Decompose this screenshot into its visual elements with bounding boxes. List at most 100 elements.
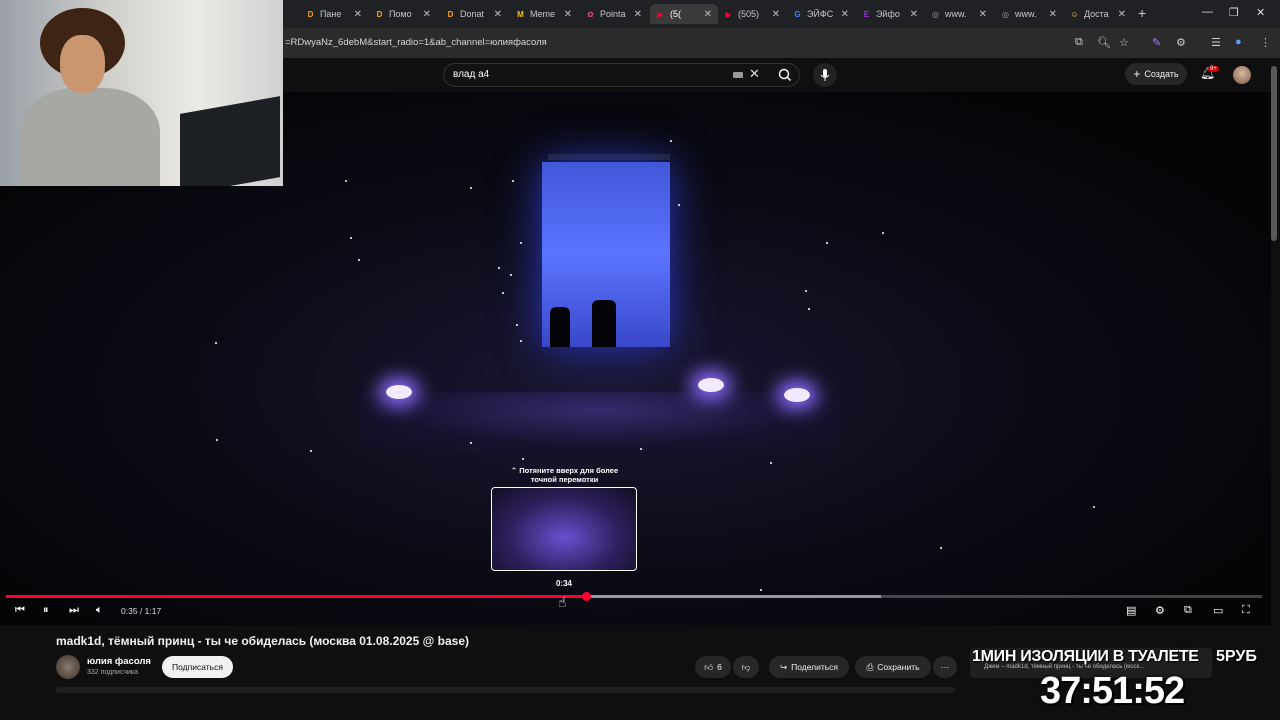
browser-tab[interactable]: ▶ (505) ✕ — [718, 4, 786, 24]
url-field[interactable]: =RDwyaNz_6debM&start_radio=1&ab_channel=… — [285, 37, 547, 48]
firework-spark — [808, 308, 810, 310]
progress-played — [6, 595, 586, 598]
tab-favicon-icon: D — [447, 9, 454, 19]
firework-spark — [670, 140, 672, 142]
browser-tab[interactable]: G ЭЙФС ✕ — [787, 4, 855, 24]
tab-favicon-icon: G — [794, 9, 801, 19]
search-button[interactable] — [770, 63, 800, 87]
tab-close-icon[interactable]: ✕ — [910, 9, 918, 20]
page-scrollbar[interactable] — [1271, 66, 1277, 241]
tab-close-icon[interactable]: ✕ — [634, 9, 642, 20]
seek-hint-tooltip: ⌃ Потяните вверх для более точной перемо… — [510, 466, 619, 484]
firework-spark — [358, 259, 360, 261]
share-button[interactable]: ↪ Поделиться — [769, 656, 849, 678]
firework-spark — [940, 547, 942, 549]
tab-label: www. — [1014, 9, 1037, 19]
profile-icon[interactable]: ● — [1235, 36, 1242, 48]
tab-close-icon[interactable]: ✕ — [979, 9, 987, 20]
description-box[interactable] — [56, 687, 956, 693]
tab-close-icon[interactable]: ✕ — [841, 9, 849, 20]
tab-close-icon[interactable]: ✕ — [1118, 9, 1126, 20]
previous-icon[interactable]: ⏮ — [15, 604, 25, 617]
firework-spark — [805, 290, 807, 292]
maximize-icon[interactable]: ❐ — [1229, 6, 1239, 19]
tab-favicon-icon: ▶ — [725, 9, 732, 19]
minimize-icon[interactable]: — — [1202, 6, 1213, 18]
clear-search-icon[interactable]: ✕ — [749, 66, 760, 82]
tab-label: Donat — [459, 9, 484, 19]
dislike-button[interactable]: 👎︎ — [733, 656, 759, 678]
install-app-icon[interactable]: ⧉ — [1075, 36, 1083, 49]
stage-spotlight — [386, 385, 412, 399]
thumbs-down-icon: 👎︎ — [741, 661, 751, 672]
tab-favicon-icon: ☺ — [1070, 9, 1079, 19]
tab-close-icon[interactable]: ✕ — [1049, 9, 1057, 20]
browser-menu-icon[interactable]: ⋮ — [1260, 36, 1271, 49]
firework-spark — [520, 242, 522, 244]
browser-tab[interactable]: M Meme ✕ — [510, 4, 578, 24]
tab-label: (5( — [669, 9, 681, 19]
miniplayer-icon[interactable]: ⧉ — [1184, 604, 1192, 617]
next-icon[interactable]: ⏭ — [69, 604, 79, 617]
create-button[interactable]: + Создать — [1125, 63, 1187, 85]
stage-spotlight — [784, 388, 810, 402]
channel-name[interactable]: юлия фасоля — [87, 656, 151, 667]
close-window-icon[interactable]: ✕ — [1256, 6, 1265, 19]
save-button[interactable]: ⎙ Сохранить — [855, 656, 931, 678]
tab-close-icon[interactable]: ✕ — [423, 9, 431, 20]
channel-avatar[interactable] — [56, 655, 80, 679]
video-title: madk1d, тёмный принц - ты че обиделась (… — [56, 634, 469, 648]
tab-label: Эйфо — [875, 9, 900, 19]
mouse-cursor-icon: ☝ — [558, 594, 567, 610]
firework-spark — [826, 242, 828, 244]
browser-tab[interactable]: D Помо ✕ — [369, 4, 437, 24]
browser-tab[interactable]: ◎ www. ✕ — [925, 4, 993, 24]
browser-tab[interactable]: D Пане ✕ — [300, 4, 368, 24]
firework-spark — [470, 442, 472, 444]
browser-tab[interactable]: ◎ www. ✕ — [995, 4, 1063, 24]
firework-spark — [498, 267, 500, 269]
new-tab-button[interactable]: + — [1138, 5, 1146, 21]
theater-mode-icon[interactable]: ▭ — [1213, 604, 1223, 617]
tab-label: Meme — [529, 9, 555, 19]
tab-close-icon[interactable]: ✕ — [494, 9, 502, 20]
voice-search-button[interactable] — [813, 63, 837, 87]
keyboard-icon[interactable] — [733, 72, 743, 78]
pen-icon[interactable]: ✎ — [1152, 36, 1161, 49]
like-button[interactable]: 👍︎ 6 — [695, 656, 731, 678]
tab-favicon-icon: E — [863, 9, 870, 19]
progress-scrubber[interactable] — [581, 592, 591, 601]
tab-close-icon[interactable]: ✕ — [354, 9, 362, 20]
bookmark-star-icon[interactable]: ☆ — [1119, 36, 1129, 49]
tab-label: Помо — [388, 9, 412, 19]
subtitles-icon[interactable]: ▤ — [1126, 604, 1136, 617]
search-input[interactable] — [443, 63, 800, 87]
firework-spark — [470, 187, 472, 189]
tab-close-icon[interactable]: ✕ — [704, 9, 712, 20]
account-avatar[interactable] — [1233, 66, 1251, 84]
firework-spark — [1093, 506, 1095, 508]
tab-close-icon[interactable]: ✕ — [772, 9, 780, 20]
subscribe-button[interactable]: Подписаться — [162, 656, 233, 678]
more-actions-button[interactable]: ··· — [933, 656, 957, 678]
browser-tab[interactable]: E Эйфо ✕ — [856, 4, 924, 24]
zoom-icon[interactable]: 🔍︎ — [1097, 36, 1111, 49]
pause-icon[interactable]: ⏸ — [43, 604, 49, 617]
stage-spotlight — [698, 378, 724, 392]
tab-favicon-icon: D — [376, 9, 383, 19]
fullscreen-icon[interactable]: ⛶ — [1242, 604, 1250, 617]
settings-gear-icon[interactable]: ⚙ — [1155, 604, 1165, 617]
browser-tab[interactable]: D Donat ✕ — [440, 4, 508, 24]
tab-favicon-icon: M — [517, 9, 524, 19]
media-icon[interactable]: ☰ — [1211, 36, 1221, 49]
volume-icon[interactable]: 🔈︎ — [96, 604, 103, 617]
tab-favicon-icon: ✿ — [587, 9, 594, 19]
tab-close-icon[interactable]: ✕ — [564, 9, 572, 20]
mic-icon — [820, 69, 830, 81]
firework-spark — [310, 450, 312, 452]
bookmark-icon: ⎙ — [866, 661, 874, 672]
extensions-icon[interactable]: ⚙ — [1176, 36, 1186, 49]
browser-tab[interactable]: ✿ Pointa ✕ — [580, 4, 648, 24]
browser-tab[interactable]: ☺ Доста ✕ — [1064, 4, 1132, 24]
browser-tab[interactable]: ▶ (5(✕ — [650, 4, 718, 24]
